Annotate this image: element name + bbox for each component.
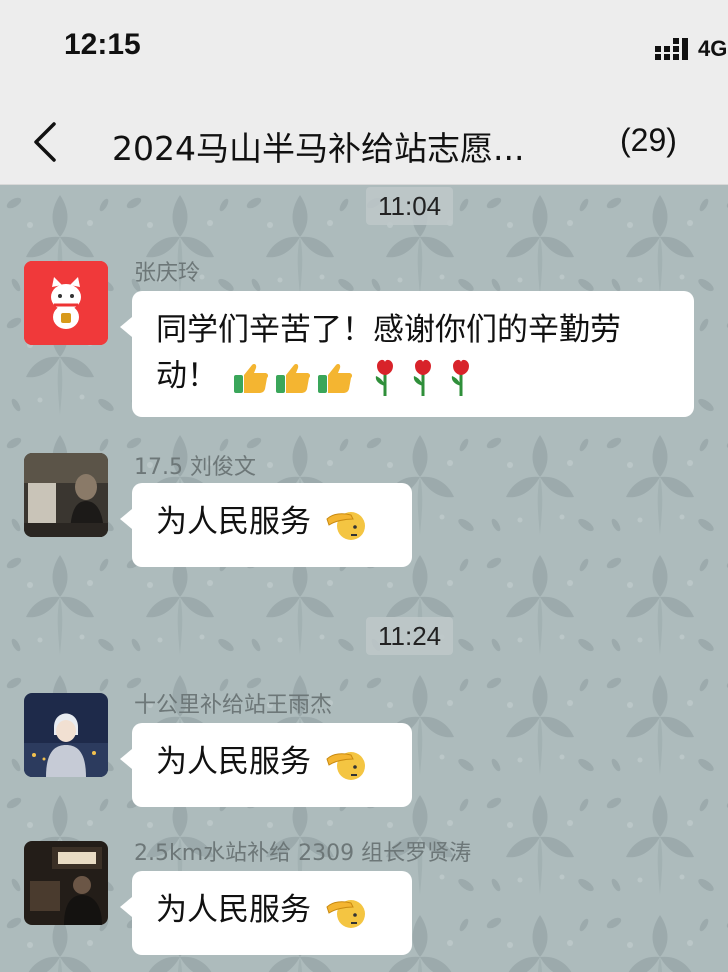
avatar[interactable] [24,693,108,777]
status-time: 12:15 [64,28,141,61]
message-bubble[interactable]: 为人民服务 [120,483,412,567]
thumbs-up-icon [233,363,268,393]
network-type-label: 4G [698,36,728,61]
sender-name: 17.5 刘俊文 [134,455,256,480]
avatar[interactable] [24,453,108,537]
profile-photo-icon [24,453,108,537]
chat-title[interactable]: 2024马山半马补给站志愿... [112,122,592,170]
rose-icon [451,359,469,396]
message-text: 为人民服务 [156,504,311,540]
sender-name: 张庆玲 [134,261,201,286]
message-bubble[interactable]: 为人民服务 [120,723,412,807]
status-bar: 12:15 4G [0,0,728,100]
avatar[interactable] [24,841,108,925]
message-text: 为人民服务 [156,892,311,928]
message-bubble[interactable]: 为人民服务 [120,871,412,955]
anime-profile-icon [24,693,108,777]
salute-icon [326,899,365,928]
member-count[interactable]: (29) [620,122,677,159]
message-bubble[interactable]: 同学们辛苦了！感谢你们的辛勤劳动！ [120,291,694,417]
rose-icon [413,359,431,396]
chevron-left-icon [34,122,56,162]
chat-header: 2024马山半马补给站志愿... (29) [0,100,728,185]
time-divider: 11:24 [366,617,454,655]
sender-name: 十公里补给站王雨杰 [134,693,333,718]
thumbs-up-icon [275,363,310,393]
thumbs-up-icon [317,363,352,393]
time-divider: 11:04 [366,187,454,225]
chat-message-list[interactable]: 11:04 张庆玲 同学们辛苦了！感谢你们的辛勤劳动！ 17.5 刘俊文 为人民… [0,185,728,972]
avatar[interactable] [24,261,108,345]
back-button[interactable] [28,120,68,164]
salute-icon [326,751,365,780]
message-text: 为人民服务 [156,744,311,780]
lucky-cat-icon [24,261,108,345]
rose-icon [375,359,393,396]
signal-icon [655,38,688,60]
profile-photo-icon [24,841,108,925]
sender-name: 2.5km水站补给 2309 组长罗贤涛 [134,841,472,866]
salute-icon [326,511,365,540]
